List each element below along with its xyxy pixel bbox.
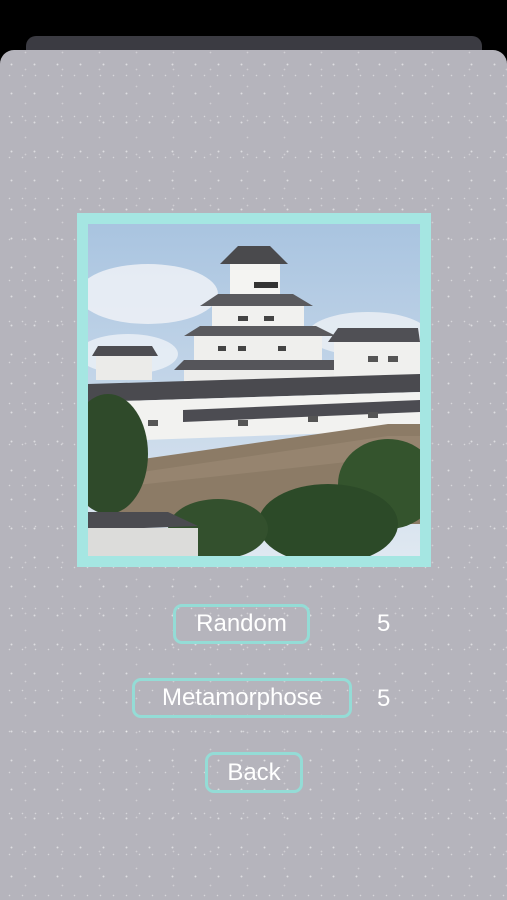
metamorphose-button[interactable]: Metamorphose — [132, 678, 352, 718]
castle-image — [88, 224, 420, 556]
back-button[interactable]: Back — [205, 752, 303, 793]
photo-frame — [77, 213, 431, 567]
random-button[interactable]: Random — [173, 604, 310, 644]
castle-photo — [88, 224, 420, 556]
random-count: 5 — [377, 610, 391, 637]
screen: Random 5 Metamorphose 5 Back — [0, 0, 507, 900]
metamorphose-count: 5 — [377, 685, 391, 712]
